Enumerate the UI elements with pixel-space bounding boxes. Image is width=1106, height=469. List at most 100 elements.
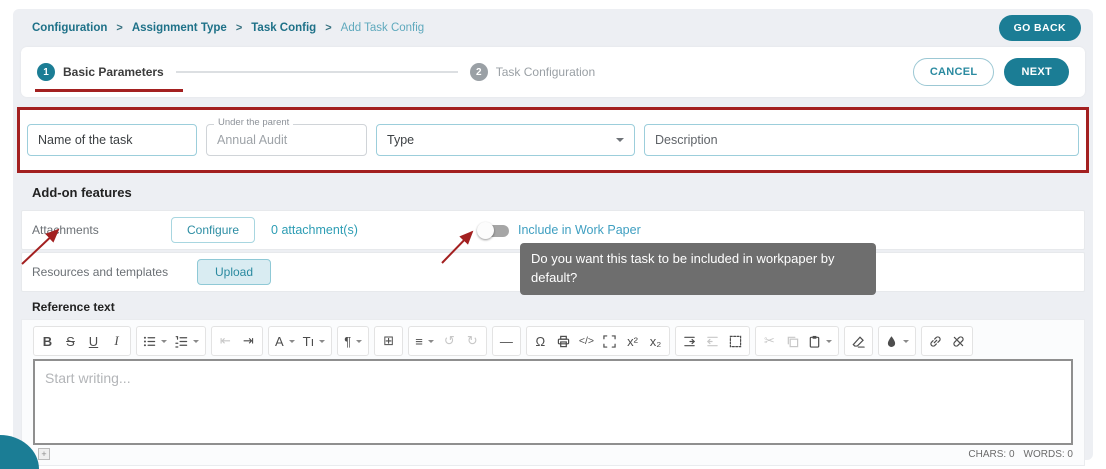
toolbar-group: ≡ ↺ ↻ <box>408 326 487 356</box>
toolbar-group <box>844 326 873 356</box>
reference-text-heading: Reference text <box>32 300 115 314</box>
stepper-connector <box>175 71 458 73</box>
italic-button[interactable]: I <box>105 329 128 353</box>
include-workpaper-label: Include in Work Paper <box>518 223 641 237</box>
outdent-block-icon <box>707 336 718 346</box>
highlight-color-icon <box>887 335 896 347</box>
redo-button: ↻ <box>461 329 484 353</box>
clear-formatting-icon <box>852 335 865 348</box>
indent-button[interactable]: ⇥ <box>237 329 260 353</box>
toolbar-group: ¶ <box>337 326 370 356</box>
code-view-button[interactable]: </> <box>575 329 598 353</box>
breadcrumb: Configuration > Assignment Type > Task C… <box>32 22 424 34</box>
annotation-underline <box>35 89 183 92</box>
workpaper-tooltip: Do you want this task to be included in … <box>520 243 876 295</box>
parent-field-label: Under the parent <box>214 118 294 128</box>
indent-block-icon <box>684 336 695 346</box>
text-color-button[interactable]: A <box>271 329 299 353</box>
select-all-icon <box>729 335 742 347</box>
chevron-down-icon <box>288 340 295 346</box>
add-task-config-page: { "colors": { "accent": "#1b7d95", "link… <box>0 0 1106 469</box>
chevron-down-icon <box>161 340 167 346</box>
indent-block-button[interactable] <box>678 329 701 353</box>
insert-link-icon <box>930 335 941 347</box>
editor-status-bar: + CHARS: 0 WORDS: 0 <box>33 445 1073 463</box>
next-button[interactable]: NEXT <box>1004 58 1069 86</box>
bold-button[interactable]: B <box>36 329 59 353</box>
parent-input[interactable] <box>206 124 367 156</box>
app-panel: Configuration > Assignment Type > Task C… <box>13 9 1093 466</box>
chevron-down-icon <box>356 340 363 346</box>
attachment-count: 0 attachment(s) <box>271 223 358 237</box>
chevron-down-icon <box>427 340 434 346</box>
unordered-list-icon <box>143 336 156 346</box>
font-size-button[interactable]: Tı <box>299 329 330 353</box>
underline-button[interactable]: U <box>82 329 105 353</box>
breadcrumb-assignment-type[interactable]: Assignment Type <box>132 22 227 34</box>
breadcrumb-add-task-config: Add Task Config <box>340 22 425 34</box>
toolbar-group: ⇤ ⇥ <box>211 326 263 356</box>
paste-button[interactable] <box>804 329 836 353</box>
stepper-card: 1 Basic Parameters 2 Task Configuration … <box>21 47 1085 97</box>
toolbar-group <box>878 326 916 356</box>
task-name-input[interactable] <box>27 124 197 156</box>
cut-button: ✂ <box>758 329 781 353</box>
char-count: CHARS: 0 <box>968 448 1015 460</box>
unordered-list-button[interactable] <box>139 329 171 353</box>
select-all-button[interactable] <box>724 329 747 353</box>
ordered-list-icon <box>175 335 188 348</box>
toolbar-group: ⊞ <box>374 326 404 356</box>
copy-icon <box>787 336 799 347</box>
step-1-circle: 1 <box>37 63 55 81</box>
paragraph-format-button[interactable]: ¶ <box>340 329 366 353</box>
toolbar-group: BSUI <box>33 326 131 356</box>
upload-button[interactable]: Upload <box>197 259 272 285</box>
highlight-color-button[interactable] <box>881 329 913 353</box>
step-basic-parameters: 1 Basic Parameters <box>37 63 164 81</box>
rich-text-editor: B S U I ⇤ ⇥ A Tı ¶ ⊞ ≡ ↺ ↻ — Ω </> x² x₂ ✂ Start writing..… <box>21 319 1085 466</box>
special-characters-button[interactable]: Ω <box>529 329 552 353</box>
editor-resize-handle[interactable]: + <box>38 448 50 460</box>
paste-icon <box>809 335 820 348</box>
unlink-button[interactable] <box>947 329 970 353</box>
fullscreen-button[interactable] <box>598 329 621 353</box>
type-select[interactable]: Type <box>376 124 635 156</box>
breadcrumb-task-config[interactable]: Task Config <box>251 22 316 34</box>
unlink-icon <box>953 335 964 347</box>
editor-content-area[interactable]: Start writing... <box>33 359 1073 445</box>
toolbar-group: Ω </> x² x₂ <box>525 326 670 356</box>
insert-link-button[interactable] <box>924 329 947 353</box>
ordered-list-button[interactable] <box>171 329 203 353</box>
outdent-block-button <box>701 329 724 353</box>
align-button[interactable]: ≡ <box>411 329 438 353</box>
copy-button <box>781 329 804 353</box>
breadcrumb-configuration[interactable]: Configuration <box>32 22 107 34</box>
step-2-circle: 2 <box>469 63 488 81</box>
editor-placeholder: Start writing... <box>45 370 131 386</box>
include-workpaper-toggle[interactable] <box>477 222 509 239</box>
step-2-label: Task Configuration <box>495 65 596 79</box>
toggle-knob <box>477 222 494 239</box>
annotation-box-form-fields: Under the parent Type <box>17 107 1089 173</box>
print-button[interactable] <box>552 329 575 353</box>
step-task-configuration: 2 Task Configuration <box>469 63 596 81</box>
go-back-button[interactable]: GO BACK <box>998 15 1081 41</box>
toolbar-group: ✂ <box>755 326 839 356</box>
print-icon <box>557 335 570 347</box>
toolbar-group <box>136 326 206 356</box>
chevron-down-icon <box>193 340 199 346</box>
horizontal-line-button[interactable]: — <box>495 329 518 353</box>
breadcrumb-separator-icon: > <box>235 22 243 34</box>
description-input[interactable] <box>644 124 1079 156</box>
cancel-button[interactable]: CANCEL <box>912 58 995 86</box>
subscript-button[interactable]: x₂ <box>644 329 667 353</box>
resources-label: Resources and templates <box>32 265 169 279</box>
strikethrough-button[interactable]: S <box>59 329 82 353</box>
configure-button[interactable]: Configure <box>171 217 256 243</box>
insert-table-button[interactable]: ⊞ <box>377 329 400 353</box>
header-bar: Configuration > Assignment Type > Task C… <box>13 9 1093 47</box>
superscript-button[interactable]: x² <box>621 329 644 353</box>
outdent-button: ⇤ <box>214 329 237 353</box>
clear-formatting-button[interactable] <box>847 329 870 353</box>
word-count: WORDS: 0 <box>1023 448 1073 460</box>
